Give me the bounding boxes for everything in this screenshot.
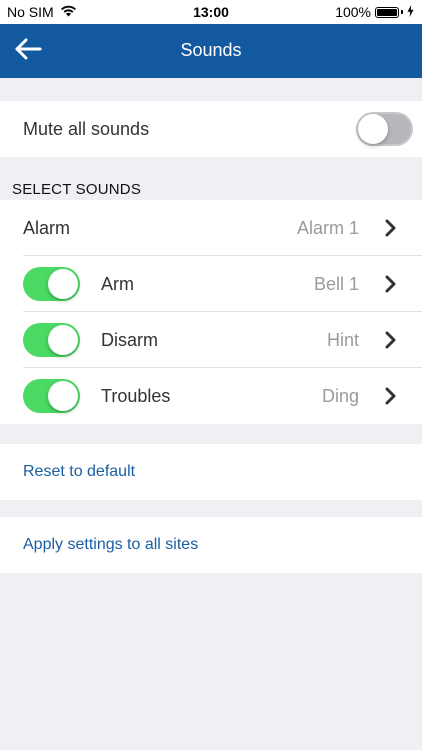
battery-icon [375, 6, 399, 18]
toggle-knob [48, 269, 78, 299]
mute-row: Mute all sounds [0, 101, 422, 157]
sound-row-troubles[interactable]: Troubles Ding [0, 368, 422, 424]
battery-percent: 100% [335, 4, 371, 20]
sound-row-disarm[interactable]: Disarm Hint [0, 312, 422, 368]
sound-label-disarm: Disarm [101, 329, 158, 350]
apply-group: Apply settings to all sites [0, 517, 422, 573]
sound-value-disarm: Hint [326, 329, 359, 350]
battery-cap [401, 10, 403, 14]
chevron-right-icon [384, 386, 398, 406]
sound-value-troubles: Ding [321, 385, 359, 406]
section-header-select-sounds: SELECT SOUNDS [12, 181, 142, 198]
disarm-toggle[interactable] [23, 323, 80, 357]
reset-button[interactable]: Reset to default [0, 444, 422, 500]
mute-label: Mute all sounds [23, 118, 150, 139]
apply-label: Apply settings to all sites [23, 536, 199, 553]
sound-label-arm: Arm [101, 273, 134, 294]
reset-group: Reset to default [0, 444, 422, 500]
navigation-bar: Sounds [0, 24, 422, 78]
reset-label: Reset to default [23, 463, 136, 480]
sound-value-arm: Bell 1 [313, 273, 359, 294]
toggle-knob [358, 114, 388, 144]
status-right: 100% [335, 4, 414, 20]
toggle-knob [48, 325, 78, 355]
mute-group: Mute all sounds [0, 101, 422, 157]
select-sounds-group: Alarm Alarm 1 Arm Bell 1 Disarm Hint Tro… [0, 200, 422, 424]
sound-label-alarm: Alarm [23, 217, 71, 238]
chevron-right-icon [384, 274, 398, 294]
mute-toggle[interactable] [356, 112, 413, 146]
sound-label-troubles: Troubles [101, 385, 171, 406]
apply-all-sites-button[interactable]: Apply settings to all sites [0, 517, 422, 573]
status-bar: No SIM 13:00 100% [0, 0, 422, 24]
troubles-toggle[interactable] [23, 379, 80, 413]
page-title: Sounds [180, 40, 242, 60]
battery-fill [377, 8, 397, 16]
chevron-right-icon [384, 218, 398, 238]
sound-value-alarm: Alarm 1 [296, 217, 359, 238]
charging-icon [407, 4, 414, 20]
sound-row-alarm[interactable]: Alarm Alarm 1 [0, 200, 422, 256]
sound-row-arm[interactable]: Arm Bell 1 [0, 256, 422, 312]
toggle-knob [48, 381, 78, 411]
chevron-right-icon [384, 330, 398, 350]
arm-toggle[interactable] [23, 267, 80, 301]
